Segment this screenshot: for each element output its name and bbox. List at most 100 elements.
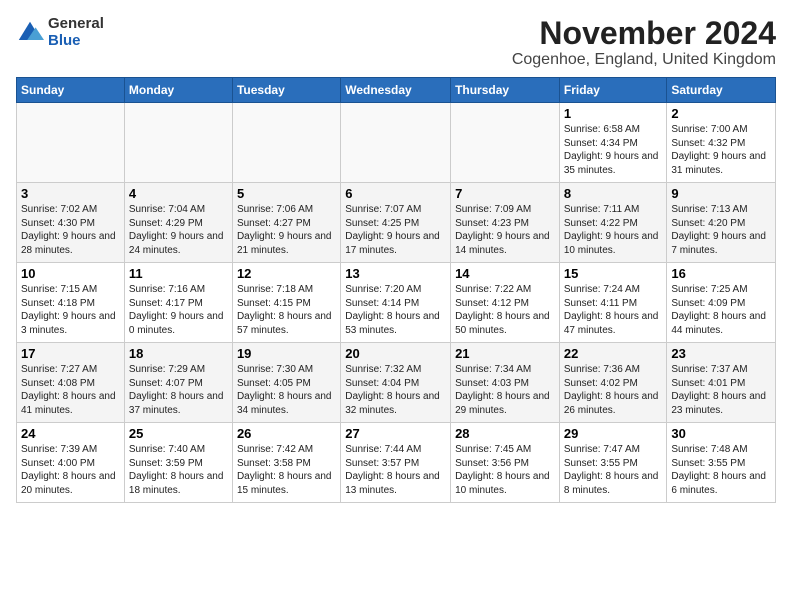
day-info: Sunrise: 7:39 AM Sunset: 4:00 PM Dayligh… [21,443,120,497]
day-info: Sunrise: 7:06 AM Sunset: 4:27 PM Dayligh… [237,203,336,257]
calendar-cell: 20Sunrise: 7:32 AM Sunset: 4:04 PM Dayli… [341,343,451,423]
day-info: Sunrise: 7:16 AM Sunset: 4:17 PM Dayligh… [129,283,228,337]
day-number: 11 [129,266,228,281]
day-header-monday: Monday [124,78,232,103]
day-number: 25 [129,426,228,441]
calendar-table: SundayMondayTuesdayWednesdayThursdayFrid… [16,77,776,503]
logo: General Blue [16,16,104,49]
day-number: 19 [237,346,336,361]
calendar-cell: 9 Sunrise: 7:13 AM Sunset: 4:20 PM Daylig… [667,183,776,263]
day-info: Sunrise: 7:34 AM Sunset: 4:03 PM Dayligh… [455,363,555,417]
day-info: Sunrise: 7:00 AM Sunset: 4:32 PM Dayligh… [671,123,771,177]
day-header-wednesday: Wednesday [341,78,451,103]
calendar-cell: 24 Sunrise: 7:39 AM Sunset: 4:00 PM Dayli… [17,423,125,503]
day-number: 3 [21,186,120,201]
day-info: Sunrise: 7:45 AM Sunset: 3:56 PM Dayligh… [455,443,555,497]
day-info: Sunrise: 7:47 AM Sunset: 3:55 PM Dayligh… [564,443,663,497]
day-number: 7 [455,186,555,201]
day-number: 2 [671,106,771,121]
calendar-cell: 6 Sunrise: 7:07 AM Sunset: 4:25 PM Daylig… [341,183,451,263]
day-number: 16 [671,266,771,281]
day-info: Sunrise: 7:40 AM Sunset: 3:59 PM Dayligh… [129,443,228,497]
day-info: Sunrise: 7:30 AM Sunset: 4:05 PM Dayligh… [237,363,336,417]
title-area: November 2024 Cogenhoe, England, United … [512,16,776,69]
day-number: 18 [129,346,228,361]
day-number: 5 [237,186,336,201]
calendar-cell [124,103,232,183]
day-info: Sunrise: 7:11 AM Sunset: 4:22 PM Dayligh… [564,203,663,257]
day-info: Sunrise: 7:15 AM Sunset: 4:18 PM Dayligh… [21,283,120,337]
calendar-cell: 18 Sunrise: 7:29 AM Sunset: 4:07 PM Dayli… [124,343,232,423]
month-title: November 2024 [512,16,776,51]
calendar-cell: 22 Sunrise: 7:36 AM Sunset: 4:02 PM Dayli… [559,343,667,423]
calendar-cell: 2 Sunrise: 7:00 AM Sunset: 4:32 PM Daylig… [667,103,776,183]
day-header-thursday: Thursday [451,78,560,103]
calendar-cell: 3 Sunrise: 7:02 AM Sunset: 4:30 PM Daylig… [17,183,125,263]
calendar-cell [451,103,560,183]
calendar-cell: 12Sunrise: 7:18 AM Sunset: 4:15 PM Dayli… [232,263,340,343]
day-info: Sunrise: 7:24 AM Sunset: 4:11 PM Dayligh… [564,283,663,337]
day-info: Sunrise: 7:20 AM Sunset: 4:14 PM Dayligh… [345,283,446,337]
day-number: 8 [564,186,663,201]
calendar-cell [341,103,451,183]
calendar-cell: 10Sunrise: 7:15 AM Sunset: 4:18 PM Dayli… [17,263,125,343]
day-number: 24 [21,426,120,441]
day-info: Sunrise: 6:58 AM Sunset: 4:34 PM Dayligh… [564,123,663,177]
day-header-friday: Friday [559,78,667,103]
day-header-tuesday: Tuesday [232,78,340,103]
calendar-cell: 5 Sunrise: 7:06 AM Sunset: 4:27 PM Daylig… [232,183,340,263]
calendar-cell: 13 Sunrise: 7:20 AM Sunset: 4:14 PM Dayli… [341,263,451,343]
day-number: 30 [671,426,771,441]
calendar-cell [232,103,340,183]
day-header-saturday: Saturday [667,78,776,103]
day-header-sunday: Sunday [17,78,125,103]
day-info: Sunrise: 7:13 AM Sunset: 4:20 PM Dayligh… [671,203,771,257]
day-info: Sunrise: 7:25 AM Sunset: 4:09 PM Dayligh… [671,283,771,337]
day-info: Sunrise: 7:37 AM Sunset: 4:01 PM Dayligh… [671,363,771,417]
day-info: Sunrise: 7:48 AM Sunset: 3:55 PM Dayligh… [671,443,771,497]
location-title: Cogenhoe, England, United Kingdom [512,51,776,69]
calendar-cell: 8 Sunrise: 7:11 AM Sunset: 4:22 PM Daylig… [559,183,667,263]
day-number: 14 [455,266,555,281]
day-number: 1 [564,106,663,121]
header: General Blue November 2024 Cogenhoe, Eng… [16,16,776,69]
day-info: Sunrise: 7:07 AM Sunset: 4:25 PM Dayligh… [345,203,446,257]
day-number: 6 [345,186,446,201]
day-number: 26 [237,426,336,441]
day-info: Sunrise: 7:27 AM Sunset: 4:08 PM Dayligh… [21,363,120,417]
day-info: Sunrise: 7:22 AM Sunset: 4:12 PM Dayligh… [455,283,555,337]
calendar-cell: 27Sunrise: 7:44 AM Sunset: 3:57 PM Dayli… [341,423,451,503]
logo-text: General Blue [48,16,104,49]
day-number: 17 [21,346,120,361]
day-info: Sunrise: 7:09 AM Sunset: 4:23 PM Dayligh… [455,203,555,257]
day-info: Sunrise: 7:42 AM Sunset: 3:58 PM Dayligh… [237,443,336,497]
day-number: 28 [455,426,555,441]
day-number: 21 [455,346,555,361]
calendar-cell: 17 Sunrise: 7:27 AM Sunset: 4:08 PM Dayli… [17,343,125,423]
day-info: Sunrise: 7:18 AM Sunset: 4:15 PM Dayligh… [237,283,336,337]
calendar-cell: 26 Sunrise: 7:42 AM Sunset: 3:58 PM Dayli… [232,423,340,503]
day-info: Sunrise: 7:36 AM Sunset: 4:02 PM Dayligh… [564,363,663,417]
day-number: 29 [564,426,663,441]
calendar-cell: 14 Sunrise: 7:22 AM Sunset: 4:12 PM Dayli… [451,263,560,343]
day-number: 13 [345,266,446,281]
calendar-cell: 30 Sunrise: 7:48 AM Sunset: 3:55 PM Dayli… [667,423,776,503]
calendar-cell: 25 Sunrise: 7:40 AM Sunset: 3:59 PM Dayli… [124,423,232,503]
calendar-cell: 1 Sunrise: 6:58 AM Sunset: 4:34 PM Daylig… [559,103,667,183]
logo-icon [16,19,44,47]
calendar-cell: 15Sunrise: 7:24 AM Sunset: 4:11 PM Dayli… [559,263,667,343]
day-info: Sunrise: 7:02 AM Sunset: 4:30 PM Dayligh… [21,203,120,257]
calendar-cell: 7 Sunrise: 7:09 AM Sunset: 4:23 PM Daylig… [451,183,560,263]
calendar-cell: 19 Sunrise: 7:30 AM Sunset: 4:05 PM Dayli… [232,343,340,423]
day-info: Sunrise: 7:32 AM Sunset: 4:04 PM Dayligh… [345,363,446,417]
calendar-cell: 21 Sunrise: 7:34 AM Sunset: 4:03 PM Dayli… [451,343,560,423]
day-number: 9 [671,186,771,201]
day-info: Sunrise: 7:29 AM Sunset: 4:07 PM Dayligh… [129,363,228,417]
day-number: 22 [564,346,663,361]
calendar-cell: 29 Sunrise: 7:47 AM Sunset: 3:55 PM Dayli… [559,423,667,503]
day-number: 27 [345,426,446,441]
calendar-cell: 16 Sunrise: 7:25 AM Sunset: 4:09 PM Dayli… [667,263,776,343]
calendar-cell: 11 Sunrise: 7:16 AM Sunset: 4:17 PM Dayli… [124,263,232,343]
calendar-cell: 23Sunrise: 7:37 AM Sunset: 4:01 PM Dayli… [667,343,776,423]
calendar-cell: 28 Sunrise: 7:45 AM Sunset: 3:56 PM Dayli… [451,423,560,503]
